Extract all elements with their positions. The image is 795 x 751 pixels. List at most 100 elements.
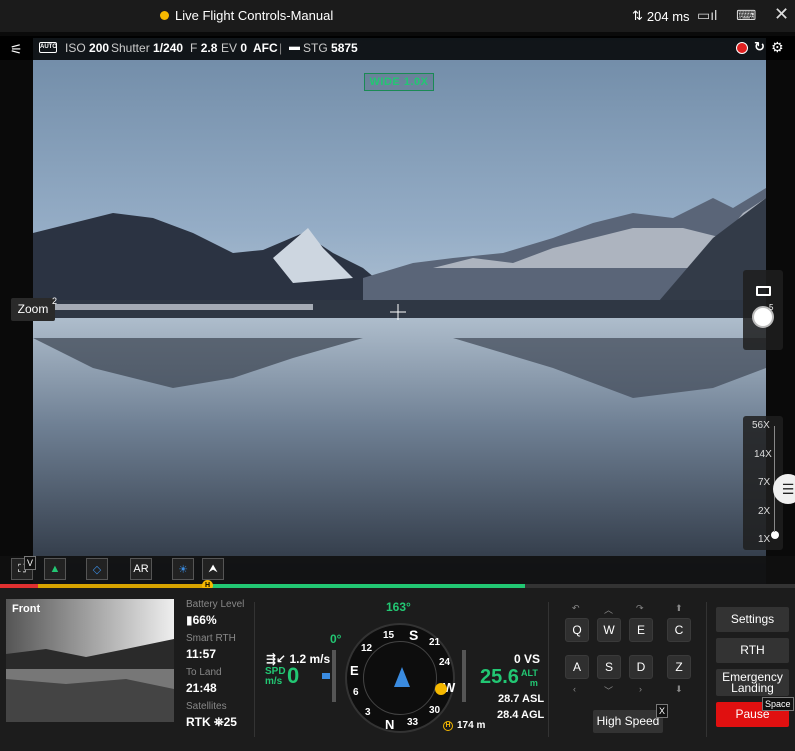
zoom-level-2x[interactable]: 2X <box>758 506 770 517</box>
chat-icon[interactable]: ☰ <box>773 474 795 504</box>
camera-settings-bar: ⚟ AUTO ISO 200 Shutter 1/240 F 2.8 EV 0 … <box>0 36 795 60</box>
iso-value: 200 <box>89 41 110 55</box>
battery-icon: ▮ <box>186 613 193 627</box>
front-camera-image <box>6 599 174 722</box>
rth-button[interactable]: RTH <box>716 638 789 663</box>
focus-mode[interactable]: AFC <box>253 41 278 55</box>
to-land-value: 21:48 <box>186 681 217 695</box>
display-signal-icon[interactable]: ▭ıl <box>697 7 717 24</box>
zoom-shortcut-badge: 2 <box>51 296 57 306</box>
ev-value: 0 <box>240 41 248 55</box>
title-bar: Live Flight Controls-Manual ⇅ 204 ms ▭ıl… <box>0 0 795 32</box>
satellite-count: 25 <box>223 715 237 729</box>
latency-arrows-icon: ⇅ <box>632 8 643 23</box>
satellite-icon: ⛯ <box>214 715 224 729</box>
rth-label: Smart RTH <box>186 633 236 644</box>
key-z[interactable]: Z <box>667 655 691 679</box>
aircraft-icon <box>394 667 410 687</box>
divider <box>254 602 255 737</box>
rtk-label: RTK <box>186 715 211 729</box>
speed-label: SPD m/s <box>265 667 286 687</box>
to-land-label: To Land <box>186 667 222 678</box>
storage-icon: ▬ <box>289 41 300 53</box>
high-speed-button[interactable]: High Speed <box>593 710 663 733</box>
keyboard-icon[interactable]: ⌨ <box>736 7 756 24</box>
asl-value: 28.7 ASL <box>498 693 545 705</box>
settings-button[interactable]: Settings <box>716 607 789 632</box>
home-direction-icon <box>435 683 447 695</box>
auto-mode-icon[interactable]: AUTO <box>39 42 57 53</box>
compass-label-3: 3 <box>365 707 371 718</box>
compass-label-30: 30 <box>429 705 441 716</box>
forward-arrow-icon: ︿ <box>604 605 614 615</box>
altitude-label: ALT m <box>521 668 538 688</box>
zoom-level-56x[interactable]: 56X <box>752 420 770 431</box>
front-camera-view[interactable]: Front <box>6 599 174 722</box>
speed-value: 0 <box>287 663 300 688</box>
vertical-speed: 0 VS <box>514 652 541 666</box>
descend-icon: ⬇ <box>675 684 683 694</box>
pitch-gauge <box>332 650 336 702</box>
compass: S 21 24 W 30 33 N 3 6 E 12 15 <box>345 623 455 733</box>
home-icon: H <box>443 720 453 731</box>
altitude-gauge <box>462 650 466 702</box>
satellites-value: RTK ⛯25 <box>186 715 244 730</box>
photo-mode-icon[interactable] <box>756 286 771 296</box>
shutter-count-badge: 5 <box>769 303 774 312</box>
storage-setting: STG 5875 <box>303 41 358 55</box>
compass-label-24: 24 <box>439 657 451 668</box>
navigation-button[interactable]: ⮝ <box>202 558 224 580</box>
fstop-setting[interactable]: F 2.8 <box>190 41 217 55</box>
front-camera-label: Front <box>12 603 41 615</box>
rotate-right-icon: ↷ <box>636 603 644 613</box>
pitch-value: 0° <box>330 632 342 646</box>
key-s[interactable]: S <box>597 655 621 679</box>
ar-button[interactable]: AR <box>130 558 152 580</box>
gear-icon[interactable]: ⚙ <box>771 39 784 56</box>
waypoint-button[interactable]: ◇ <box>86 558 108 580</box>
record-button-icon[interactable] <box>736 42 748 54</box>
ev-label: EV <box>221 41 238 55</box>
zoom-slider-handle[interactable] <box>771 531 779 539</box>
zoom-button[interactable]: Zoom 2 <box>11 296 57 321</box>
emergency-landing-button[interactable]: Emergency Landing <box>716 669 789 696</box>
key-a[interactable]: A <box>565 655 589 679</box>
compass-label-15: 15 <box>383 630 395 641</box>
fstop-value: 2.8 <box>200 41 218 55</box>
heading-value: 163° <box>386 600 411 614</box>
shutter-label: Shutter <box>111 41 150 55</box>
zoom-level-14x[interactable]: 14X <box>754 449 772 460</box>
main-view: ⚟ AUTO ISO 200 Shutter 1/240 F 2.8 EV 0 … <box>0 32 795 586</box>
ev-setting[interactable]: EV 0 <box>221 41 247 55</box>
iso-label: ISO <box>65 41 86 55</box>
key-d[interactable]: D <box>629 655 653 679</box>
settings-sliders-icon[interactable]: ⚟ <box>10 41 23 58</box>
close-icon[interactable]: ✕ <box>774 4 789 25</box>
zoom-level-7x[interactable]: 7X <box>758 477 770 488</box>
exposure-button[interactable]: ☀ <box>172 558 194 580</box>
iso-setting[interactable]: ISO 200 <box>65 41 109 55</box>
key-e[interactable]: E <box>629 618 653 642</box>
altitude-value: 25.6 <box>480 666 519 688</box>
latency-indicator: ⇅ 204 ms <box>632 8 690 24</box>
battery-value: ▮66% <box>186 613 244 627</box>
map-overlay-button[interactable]: ▲ <box>44 558 66 580</box>
shutter-setting[interactable]: Shutter 1/240 <box>111 41 183 55</box>
zoom-level-1x[interactable]: 1X <box>758 534 770 545</box>
wind-icon: ⇶↙ <box>266 652 287 666</box>
key-w[interactable]: W <box>597 618 621 642</box>
key-q[interactable]: Q <box>565 618 589 642</box>
left-arrow-icon: ‹ <box>573 684 576 694</box>
home-distance-value: 174 m <box>457 720 486 731</box>
key-c[interactable]: C <box>667 618 691 642</box>
zoom-slider-track <box>774 426 775 532</box>
compass-label-e: E <box>350 663 359 678</box>
pause-shortcut: Space <box>762 697 794 711</box>
divider <box>548 602 549 737</box>
speed-unit: m/s <box>265 676 283 687</box>
refresh-icon[interactable]: ↻ <box>754 39 765 55</box>
camera-feed <box>33 38 766 586</box>
zoom-button-label: Zoom <box>17 302 49 316</box>
connection-status-icon <box>160 11 169 20</box>
separator: | <box>279 41 283 55</box>
